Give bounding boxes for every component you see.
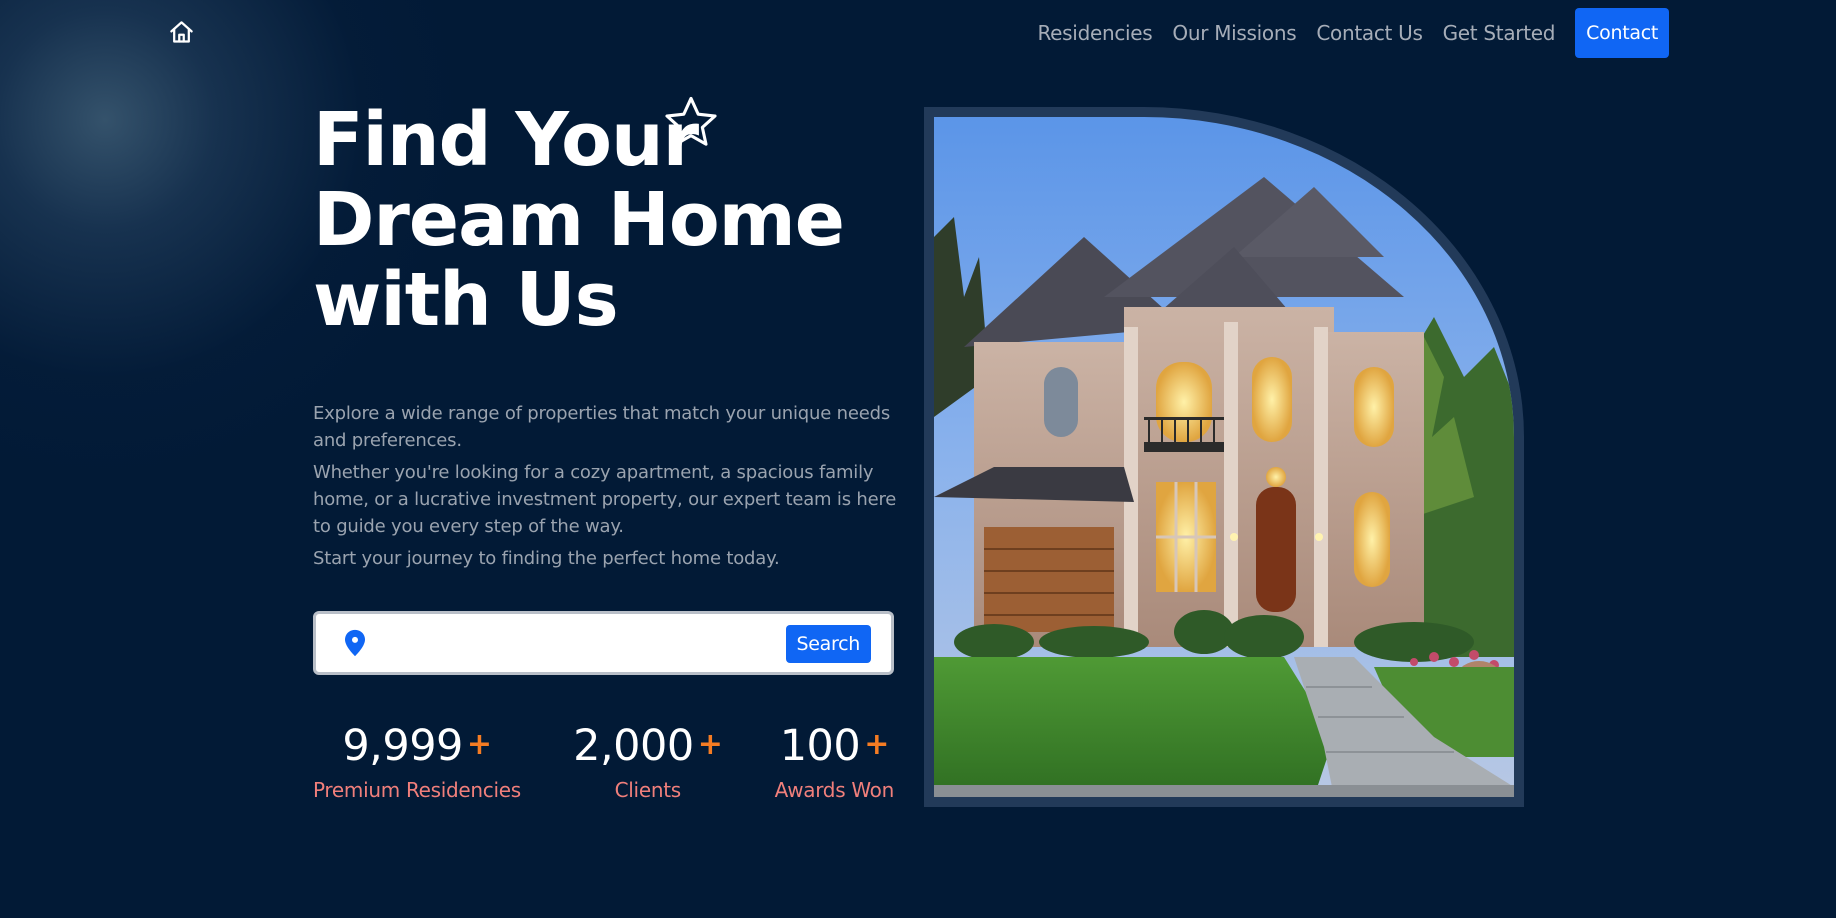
hero-title: Find Your Dream Home with Us [313,100,873,340]
search-button[interactable]: Search [785,625,871,663]
nav-link-our-missions[interactable]: Our Missions [1172,21,1296,45]
hero-description: Explore a wide range of properties that … [313,400,903,577]
hero-image-frame [924,107,1524,807]
contact-button[interactable]: Contact [1575,8,1669,58]
stat-premium-residencies: 9,999 + Premium Residencies [313,720,521,805]
search-bar: Search [313,611,894,675]
stat-value: 9,999 + [342,721,492,771]
stat-label: Clients [614,778,682,802]
hero-title-line-2: Dream Home [313,177,845,263]
hero-paragraph-1: Explore a wide range of properties that … [313,403,890,451]
search-input[interactable] [380,624,780,662]
top-nav: Residencies Our Missions Contact Us Get … [1037,8,1669,58]
stat-value: 2,000 + [573,721,723,771]
hero-title-line-1: Find Your [313,97,699,183]
stat-awards-won: 100 + Awards Won [774,720,895,805]
stat-plus: + [466,727,492,762]
house-photo [934,117,1514,797]
nav-link-contact-us[interactable]: Contact Us [1316,21,1423,45]
stat-label: Awards Won [774,778,895,802]
stat-clients: 2,000 + Clients [573,720,723,805]
hero-paragraph-3: Start your journey to finding the perfec… [313,548,780,569]
hero-paragraph-2: Whether you're looking for a cozy apartm… [313,462,897,537]
stat-plus: + [697,727,723,762]
hero-title-line-3: with Us [313,257,619,343]
hero-section: Find Your Dream Home with Us Explore a w… [313,96,913,569]
stat-value: 100 + [779,721,890,771]
stats-row: 9,999 + Premium Residencies 2,000 + Client… [313,720,894,805]
stat-label: Premium Residencies [313,778,521,802]
stat-plus: + [864,727,889,762]
page: Residencies Our Missions Contact Us Get … [0,0,1836,918]
home-icon[interactable] [168,19,195,46]
nav-link-get-started[interactable]: Get Started [1443,21,1556,45]
location-pin-icon [345,629,365,657]
star-icon [665,96,717,146]
nav-link-residencies[interactable]: Residencies [1037,21,1152,45]
